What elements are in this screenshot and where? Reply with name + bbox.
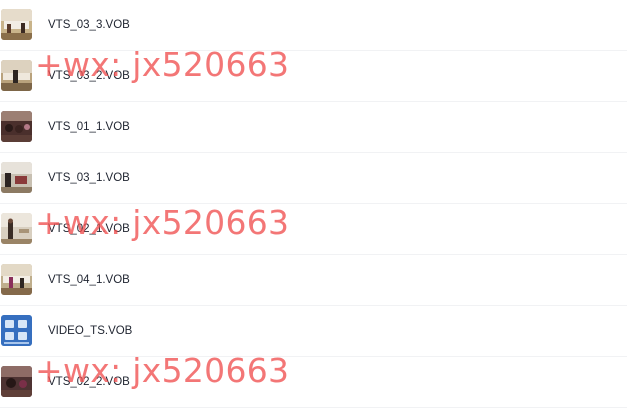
video-thumbnail-icon[interactable]	[1, 366, 32, 397]
video-thumbnail-icon[interactable]	[1, 111, 32, 142]
file-row[interactable]: VIDEO_TS.VOB	[0, 306, 627, 357]
file-name: VTS_03_1.VOB	[48, 172, 130, 184]
video-thumbnail-icon[interactable]	[1, 264, 32, 295]
file-row[interactable]: VTS_02_2.VOB	[0, 357, 627, 408]
video-thumbnail-icon[interactable]	[1, 9, 32, 40]
file-name: VIDEO_TS.VOB	[48, 325, 133, 337]
file-row[interactable]: VTS_04_1.VOB	[0, 255, 627, 306]
file-row[interactable]: VTS_01_1.VOB	[0, 102, 627, 153]
file-row[interactable]: VTS_03_3.VOB	[0, 0, 627, 51]
file-name: VTS_03_3.VOB	[48, 19, 130, 31]
video-thumbnail-icon[interactable]	[1, 60, 32, 91]
dvd-menu-thumbnail-icon[interactable]	[1, 315, 32, 346]
file-list: VTS_03_3.VOB VTS_03_2.VOB VTS_01_1.VOB V…	[0, 0, 627, 408]
video-thumbnail-icon[interactable]	[1, 213, 32, 244]
file-row[interactable]: VTS_03_1.VOB	[0, 153, 627, 204]
file-name: VTS_02_1.VOB	[48, 223, 130, 235]
file-row[interactable]: VTS_03_2.VOB	[0, 51, 627, 102]
file-name: VTS_03_2.VOB	[48, 70, 130, 82]
file-row[interactable]: VTS_02_1.VOB	[0, 204, 627, 255]
file-name: VTS_01_1.VOB	[48, 121, 130, 133]
file-name: VTS_04_1.VOB	[48, 274, 130, 286]
file-name: VTS_02_2.VOB	[48, 376, 130, 388]
video-thumbnail-icon[interactable]	[1, 162, 32, 193]
